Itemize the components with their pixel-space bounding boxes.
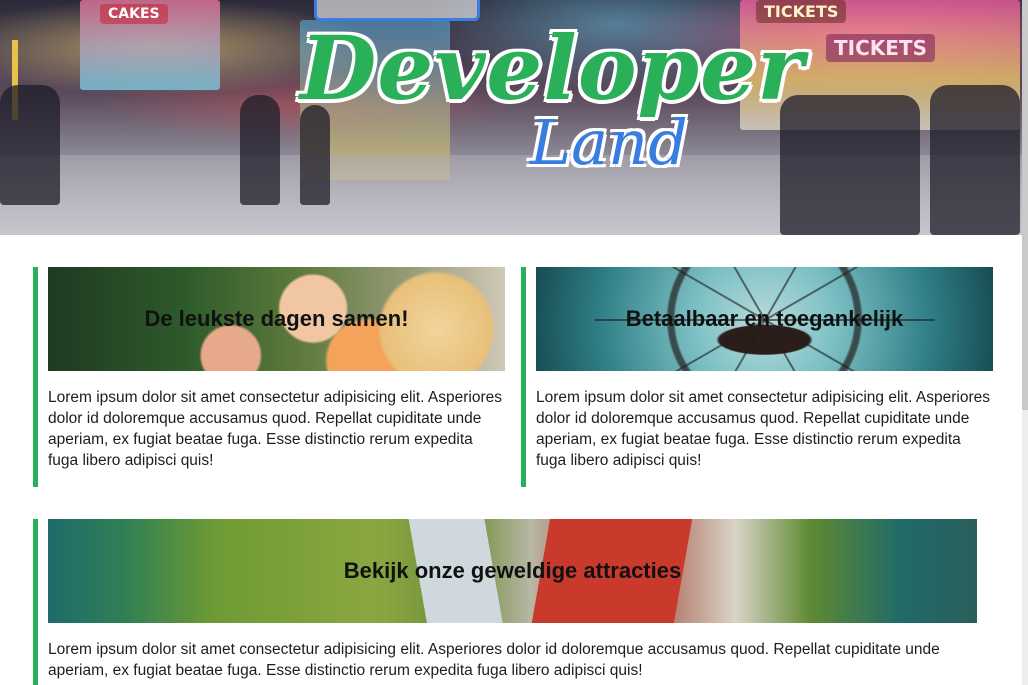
hero-sign: CAKES	[100, 4, 168, 24]
feature-card: Betaalbaar en toegankelijk Lorem ipsum d…	[521, 267, 993, 487]
card-title: De leukste dagen samen!	[144, 306, 409, 331]
card-image: Bekijk onze geweldige attracties	[48, 519, 977, 623]
page-scrollbar[interactable]	[1022, 0, 1028, 685]
hero-crowd	[930, 85, 1020, 235]
logo-main-text: Developer	[300, 16, 805, 120]
logo-sub-text: Land	[530, 106, 688, 179]
card-title: Bekijk onze geweldige attracties	[343, 558, 682, 583]
card-title: Betaalbaar en toegankelijk	[625, 306, 904, 331]
card-text: Lorem ipsum dolor sit amet consectetur a…	[48, 641, 940, 679]
card-text: Lorem ipsum dolor sit amet consectetur a…	[48, 389, 503, 469]
hero-sign: TICKETS	[826, 34, 935, 62]
hero-banner: TICKETS TICKETS CAKES Developer Land	[0, 0, 1028, 235]
feature-card: Bekijk onze geweldige attracties Lorem i…	[33, 519, 977, 685]
site-logo[interactable]: Developer Land	[300, 0, 805, 210]
card-image: De leukste dagen samen!	[48, 267, 505, 371]
feature-card: De leukste dagen samen! Lorem ipsum dolo…	[33, 267, 505, 487]
hero-crowd	[240, 95, 280, 205]
hero-crowd	[0, 85, 60, 205]
scrollbar-thumb[interactable]	[1022, 0, 1028, 410]
card-image: Betaalbaar en toegankelijk	[536, 267, 993, 371]
card-text: Lorem ipsum dolor sit amet consectetur a…	[536, 389, 991, 469]
